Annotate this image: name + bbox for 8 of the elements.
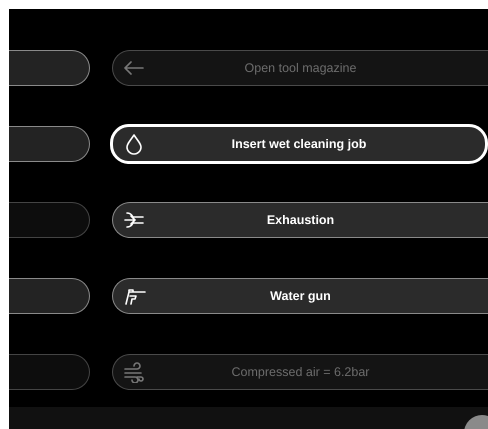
action-button[interactable]: Insert wet cleaning job xyxy=(110,124,488,164)
side-button[interactable] xyxy=(9,278,90,314)
side-button[interactable] xyxy=(9,50,90,86)
action-button[interactable]: Exhaustion xyxy=(112,202,488,238)
side-button[interactable] xyxy=(9,126,90,162)
action-button[interactable]: Water gun xyxy=(112,278,488,314)
action-button[interactable]: Open tool magazine xyxy=(112,50,488,86)
action-button[interactable]: Compressed air = 6.2bar xyxy=(112,354,488,390)
